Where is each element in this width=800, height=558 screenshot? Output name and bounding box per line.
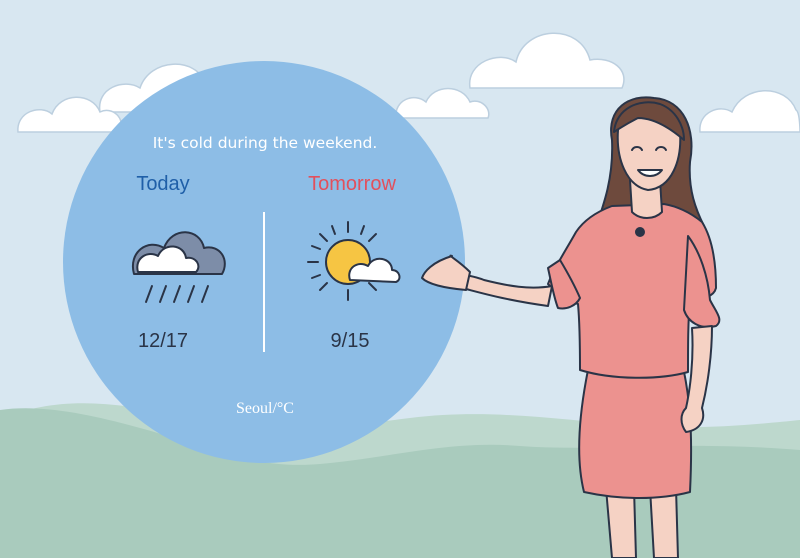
extended-arm [461,273,553,307]
cloud-top-right [469,32,625,89]
cloud-far-right [699,90,800,133]
tomorrow-label: Tomorrow [308,173,396,195]
weather-forecast-scene: It's cold during the weekend. Today Tomo… [0,0,800,558]
skirt [578,369,693,499]
location-unit: Seoul/°C [236,400,294,417]
today-label: Today [136,173,190,195]
tomorrow-temperature: 9/15 [330,330,370,352]
necklace-pendant [635,227,645,237]
cloud-center [395,87,490,119]
forecast-headline: It's cold during the weekend. [152,134,378,152]
today-temperature: 12/17 [137,330,189,352]
illustration [0,32,800,558]
